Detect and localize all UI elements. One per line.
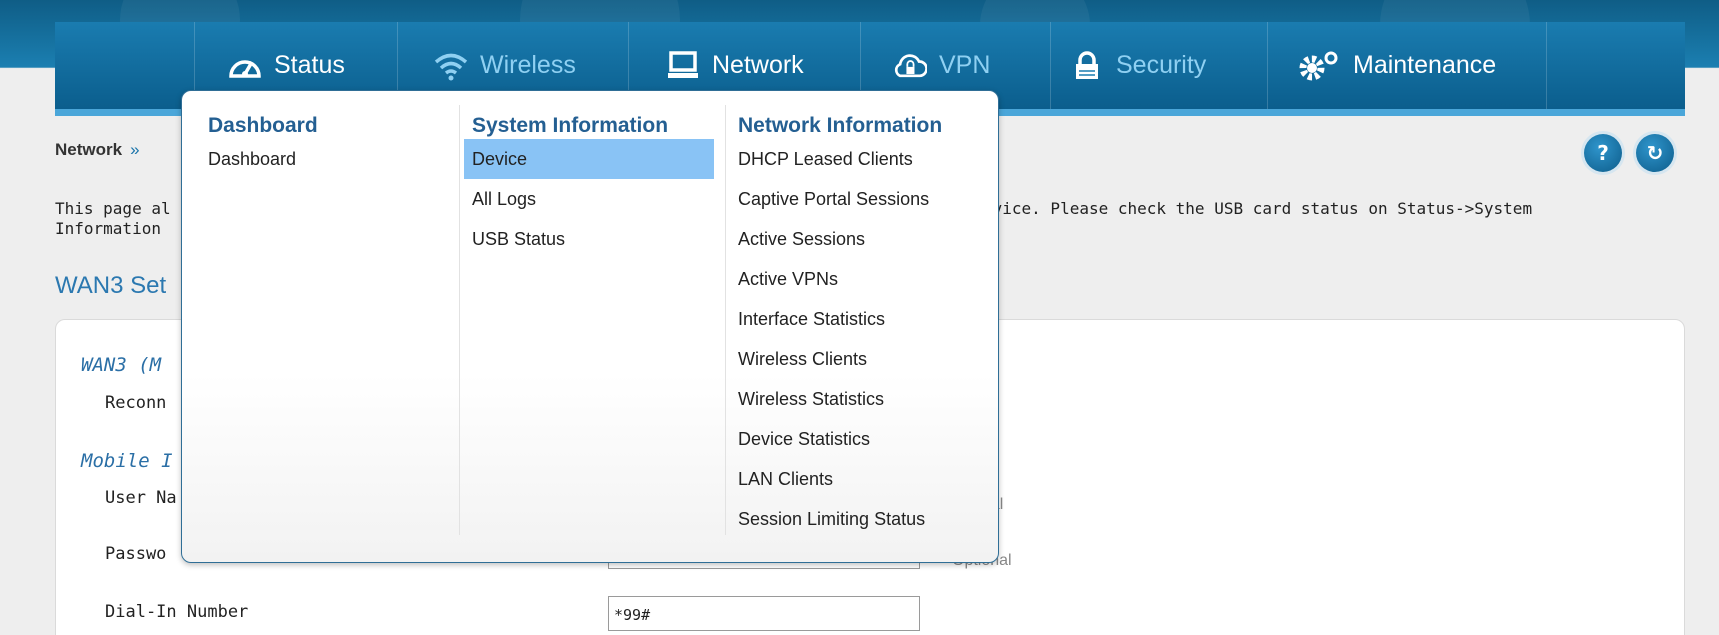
dropdown-divider bbox=[725, 105, 726, 535]
gauge-icon bbox=[228, 51, 262, 81]
dropdown-item-device-statistics[interactable]: Device Statistics bbox=[730, 419, 980, 459]
status-dropdown-menu: Dashboard Dashboard System Information D… bbox=[181, 90, 999, 563]
nav-separator bbox=[1050, 22, 1051, 109]
dropdown-item-all-logs[interactable]: All Logs bbox=[464, 179, 714, 219]
nav-maintenance-label: Maintenance bbox=[1353, 51, 1497, 79]
description-text: This page al bbox=[55, 199, 171, 218]
dropdown-heading: Dashboard bbox=[208, 114, 318, 137]
page-title: WAN3 Set bbox=[55, 272, 167, 299]
section-title-wan3: WAN3 (M bbox=[81, 354, 162, 376]
dropdown-item-wireless-statistics[interactable]: Wireless Statistics bbox=[730, 379, 980, 419]
padlock-icon bbox=[1070, 50, 1104, 81]
breadcrumb-item[interactable]: Network bbox=[55, 140, 122, 159]
monitor-icon bbox=[666, 50, 700, 81]
dropdown-item-lan-clients[interactable]: LAN Clients bbox=[730, 459, 980, 499]
dropdown-item-wireless-clients[interactable]: Wireless Clients bbox=[730, 339, 980, 379]
dropdown-heading: System Information bbox=[472, 114, 669, 137]
dropdown-item-dhcp-leased-clients[interactable]: DHCP Leased Clients bbox=[730, 139, 980, 179]
dropdown-item-captive-portal-sessions[interactable]: Captive Portal Sessions bbox=[730, 179, 980, 219]
dropdown-divider bbox=[459, 105, 460, 535]
gears-icon bbox=[1297, 51, 1341, 81]
help-button[interactable]: ? bbox=[1584, 134, 1622, 172]
password-label: Passwo bbox=[105, 544, 167, 564]
cloud-lock-icon bbox=[893, 51, 927, 81]
section-title-mobile: Mobile I bbox=[81, 450, 173, 472]
nav-maintenance[interactable]: Maintenance bbox=[1297, 22, 1496, 109]
dropdown-item-active-vpns[interactable]: Active VPNs bbox=[730, 259, 980, 299]
dropdown-item-active-sessions[interactable]: Active Sessions bbox=[730, 219, 980, 259]
breadcrumb-separator: » bbox=[130, 140, 140, 159]
nav-wireless-label: Wireless bbox=[480, 51, 576, 79]
reconnect-label: Reconn bbox=[105, 393, 167, 413]
refresh-icon: ↻ bbox=[1646, 141, 1664, 165]
help-icon: ? bbox=[1597, 141, 1609, 165]
dropdown-item-dashboard[interactable]: Dashboard bbox=[200, 139, 450, 179]
nav-separator bbox=[1546, 22, 1547, 109]
nav-separator bbox=[1267, 22, 1268, 109]
wifi-icon bbox=[434, 51, 468, 81]
nav-vpn-label: VPN bbox=[939, 51, 991, 79]
dialin-label: Dial-In Number bbox=[105, 602, 249, 622]
nav-security[interactable]: Security bbox=[1070, 22, 1206, 109]
dropdown-item-session-limiting-status[interactable]: Session Limiting Status bbox=[730, 499, 980, 539]
dropdown-item-usb-status[interactable]: USB Status bbox=[464, 219, 714, 259]
nav-status-label: Status bbox=[274, 51, 345, 79]
dropdown-item-interface-statistics[interactable]: Interface Statistics bbox=[730, 299, 980, 339]
dropdown-item-device[interactable]: Device bbox=[464, 139, 714, 179]
nav-network-label: Network bbox=[712, 51, 804, 79]
dialin-field[interactable]: *99# bbox=[608, 596, 920, 631]
dropdown-heading: Network Information bbox=[738, 114, 943, 137]
description-text-right: rvice. Please check the USB card status … bbox=[983, 199, 1533, 218]
refresh-button[interactable]: ↻ bbox=[1636, 134, 1674, 172]
username-label: User Na bbox=[105, 488, 177, 508]
breadcrumb: Network » bbox=[55, 140, 140, 160]
nav-security-label: Security bbox=[1116, 51, 1207, 79]
